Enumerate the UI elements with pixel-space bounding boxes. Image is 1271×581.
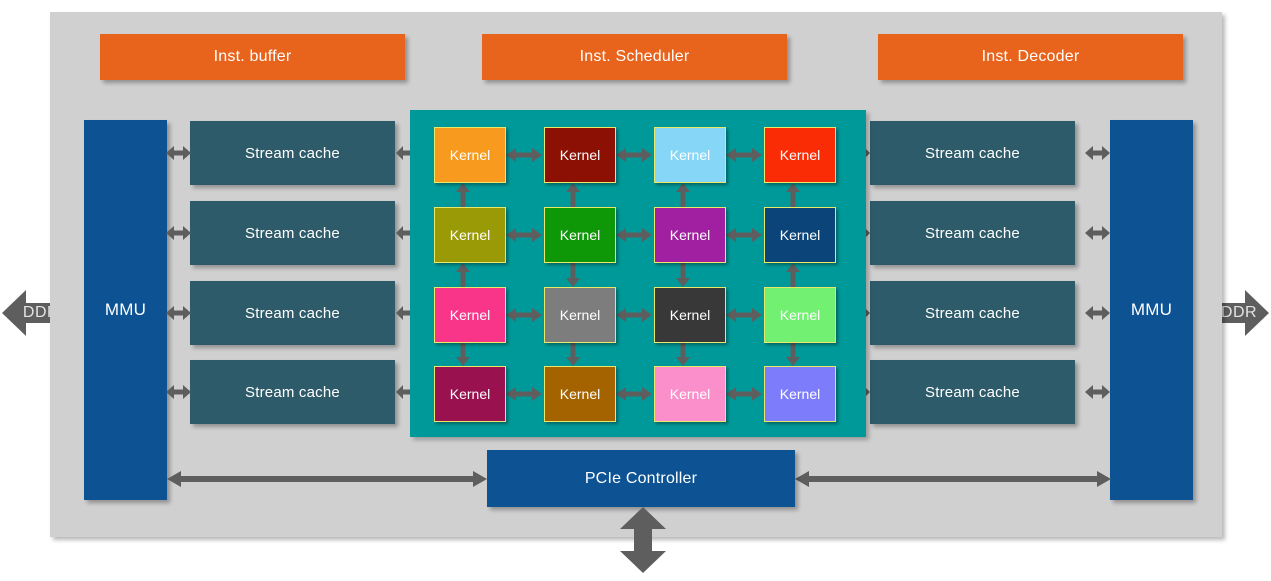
kernel-r2-c4[interactable]: Kernel: [764, 207, 836, 263]
stream-cache-label: Stream cache: [925, 383, 1020, 401]
inst-scheduler-label: Inst. Scheduler: [579, 48, 690, 65]
kernel-label: Kernel: [449, 386, 491, 402]
kernel-r1-c1[interactable]: Kernel: [434, 127, 506, 183]
diagram-canvas: DDR DDR Inst. buffer Inst. Scheduler Ins…: [0, 0, 1271, 581]
kernel-link-h-r4-c2c3: [616, 387, 652, 401]
stream-cache-label: Stream cache: [925, 304, 1020, 322]
kernel-label: Kernel: [449, 147, 491, 163]
kernel-r4-c2[interactable]: Kernel: [544, 366, 616, 422]
mmu-left-block[interactable]: MMU: [84, 120, 167, 500]
kernel-r3-c3[interactable]: Kernel: [654, 287, 726, 343]
kernel-link-v-c3-r2r3: [676, 263, 690, 287]
kernel-label: Kernel: [779, 227, 821, 243]
kernel-label: Kernel: [779, 147, 821, 163]
kernel-link-v-c2-r1r2: [566, 183, 580, 207]
kernel-link-h-r1-c1c2: [506, 148, 542, 162]
kernel-link-h-r4-c1c2: [506, 387, 542, 401]
mmu-left-label: MMU: [104, 300, 147, 319]
kernel-label: Kernel: [669, 386, 711, 402]
kernel-label: Kernel: [449, 227, 491, 243]
stream-cache-right-4[interactable]: Stream cache: [870, 360, 1075, 424]
pcie-controller-block[interactable]: PCIe Controller: [487, 450, 795, 507]
kernel-r2-c1[interactable]: Kernel: [434, 207, 506, 263]
mmu-right-label: MMU: [1130, 300, 1173, 319]
kernel-r1-c2[interactable]: Kernel: [544, 127, 616, 183]
kernel-label: Kernel: [449, 307, 491, 323]
inst-buffer-label: Inst. buffer: [213, 48, 292, 65]
kernel-link-h-r2-c2c3: [616, 228, 652, 242]
stream-cache-label: Stream cache: [245, 224, 340, 242]
kernel-link-v-c4-r1r2: [786, 183, 800, 207]
kernel-link-v-c1-r3r4: [456, 342, 470, 366]
kernel-link-v-c1-r1r2: [456, 183, 470, 207]
kernel-link-v-c2-r2r3: [566, 263, 580, 287]
inst-decoder-label: Inst. Decoder: [981, 48, 1080, 65]
kernel-label: Kernel: [669, 147, 711, 163]
kernel-r1-c4[interactable]: Kernel: [764, 127, 836, 183]
stream-cache-label: Stream cache: [245, 383, 340, 401]
pcie-controller-label: PCIe Controller: [584, 469, 698, 487]
kernel-link-h-r1-c3c4: [726, 148, 762, 162]
kernel-r3-c2[interactable]: Kernel: [544, 287, 616, 343]
kernel-label: Kernel: [779, 307, 821, 323]
kernel-label: Kernel: [669, 307, 711, 323]
inst-decoder-block[interactable]: Inst. Decoder: [878, 34, 1183, 80]
kernel-link-v-c3-r3r4: [676, 342, 690, 366]
stream-cache-label: Stream cache: [245, 144, 340, 162]
kernel-link-h-r1-c2c3: [616, 148, 652, 162]
kernel-link-h-r2-c1c2: [506, 228, 542, 242]
kernel-label: Kernel: [559, 147, 601, 163]
stream-cache-left-4[interactable]: Stream cache: [190, 360, 395, 424]
kernel-r2-c3[interactable]: Kernel: [654, 207, 726, 263]
kernel-r2-c2[interactable]: Kernel: [544, 207, 616, 263]
kernel-link-v-c1-r2r3: [456, 263, 470, 287]
kernel-label: Kernel: [559, 307, 601, 323]
stream-cache-label: Stream cache: [925, 224, 1020, 242]
kernel-label: Kernel: [669, 227, 711, 243]
inst-buffer-block[interactable]: Inst. buffer: [100, 34, 405, 80]
stream-cache-left-2[interactable]: Stream cache: [190, 201, 395, 265]
stream-cache-label: Stream cache: [245, 304, 340, 322]
kernel-r4-c4[interactable]: Kernel: [764, 366, 836, 422]
mmu-right-block[interactable]: MMU: [1110, 120, 1193, 500]
stream-cache-right-2[interactable]: Stream cache: [870, 201, 1075, 265]
inst-scheduler-block[interactable]: Inst. Scheduler: [482, 34, 787, 80]
kernel-label: Kernel: [559, 386, 601, 402]
stream-cache-right-3[interactable]: Stream cache: [870, 281, 1075, 345]
kernel-link-v-c4-r3r4: [786, 342, 800, 366]
kernel-r4-c3[interactable]: Kernel: [654, 366, 726, 422]
kernel-label: Kernel: [559, 227, 601, 243]
kernel-link-h-r3-c3c4: [726, 308, 762, 322]
kernel-r1-c3[interactable]: Kernel: [654, 127, 726, 183]
kernel-r3-c1[interactable]: Kernel: [434, 287, 506, 343]
stream-cache-label: Stream cache: [925, 144, 1020, 162]
kernel-label: Kernel: [779, 386, 821, 402]
kernel-array-container: Kernel Kernel Kernel Kernel Kernel Kerne…: [410, 110, 866, 437]
kernel-link-h-r3-c1c2: [506, 308, 542, 322]
kernel-link-h-r3-c2c3: [616, 308, 652, 322]
kernel-link-v-c4-r2r3: [786, 263, 800, 287]
stream-cache-left-3[interactable]: Stream cache: [190, 281, 395, 345]
kernel-link-v-c3-r1r2: [676, 183, 690, 207]
kernel-link-h-r2-c3c4: [726, 228, 762, 242]
kernel-r3-c4[interactable]: Kernel: [764, 287, 836, 343]
kernel-link-v-c2-r3r4: [566, 342, 580, 366]
kernel-r4-c1[interactable]: Kernel: [434, 366, 506, 422]
stream-cache-right-1[interactable]: Stream cache: [870, 121, 1075, 185]
kernel-link-h-r4-c3c4: [726, 387, 762, 401]
stream-cache-left-1[interactable]: Stream cache: [190, 121, 395, 185]
